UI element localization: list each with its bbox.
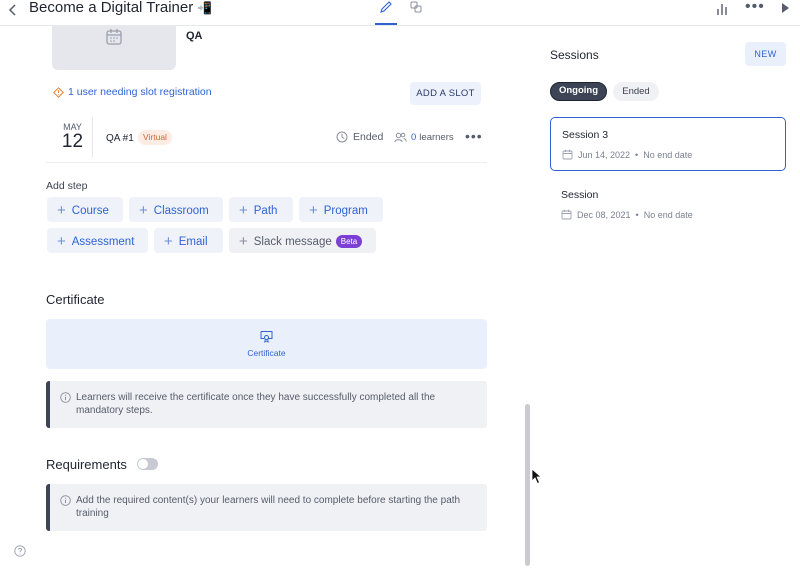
step-title: QA [186, 30, 203, 42]
certificate-label: Certificate [247, 348, 286, 358]
add-assessment-button[interactable]: + Assessment [47, 228, 148, 253]
slot-status-text: Ended [353, 131, 384, 143]
slot-more-icon[interactable]: ••• [465, 128, 483, 144]
slot-registration-warning[interactable]: 1 user needing slot registration [53, 86, 212, 98]
slot-status: Ended [336, 131, 383, 143]
add-email-button[interactable]: + Email [154, 228, 223, 253]
calendar-icon [561, 209, 572, 220]
add-program-button[interactable]: + Program [299, 197, 383, 222]
session-card[interactable]: Session 3 Jun 14, 2022 • No end date [550, 117, 786, 171]
requirements-info-banner: Add the required content(s) your learner… [46, 484, 487, 531]
add-slot-button[interactable]: ADD A SLOT [410, 82, 481, 105]
session-dates: Jun 14, 2022 • No end date [562, 149, 692, 160]
plus-icon: + [57, 233, 66, 250]
calendar-icon [562, 149, 573, 160]
requirements-heading: Requirements [46, 457, 127, 472]
filter-ongoing[interactable]: Ongoing [550, 82, 607, 101]
beta-badge: Beta [335, 235, 363, 248]
plus-icon: + [239, 233, 248, 250]
step-thumbnail [52, 26, 176, 70]
warning-text: 1 user needing slot registration [68, 86, 212, 98]
back-icon[interactable] [8, 3, 22, 21]
tab-edit[interactable] [375, 0, 397, 25]
stats-icon[interactable] [716, 2, 730, 21]
certificate-info-text: Learners will receive the certificate on… [76, 392, 436, 416]
more-menu-icon[interactable]: ••• [745, 0, 765, 16]
clock-icon [336, 131, 348, 143]
certificate-info-banner: Learners will receive the certificate on… [46, 381, 487, 428]
certificate-icon [260, 331, 273, 343]
requirements-toggle[interactable] [137, 458, 158, 470]
slot-name: QA #1 [106, 133, 134, 144]
session-dates: Dec 08, 2021 • No end date [561, 209, 693, 220]
session-start: Dec 08, 2021 [577, 209, 631, 220]
sessions-title: Sessions [550, 48, 599, 62]
filter-ended[interactable]: Ended [613, 82, 659, 101]
requirements-info-text: Add the required content(s) your learner… [76, 495, 461, 519]
info-icon [60, 392, 71, 403]
learner-count[interactable]: 0 [411, 132, 416, 143]
plus-icon: + [239, 202, 248, 219]
page-title: Become a Digital Trainer 📲 [29, 0, 212, 16]
play-icon[interactable] [780, 1, 790, 20]
new-session-button[interactable]: NEW [745, 42, 786, 66]
certificate-heading: Certificate [46, 292, 105, 307]
add-slack-message-button[interactable]: + Slack message Beta [229, 228, 376, 253]
warning-icon [53, 86, 64, 98]
scrollbar[interactable] [525, 404, 530, 566]
calendar-icon [106, 29, 122, 45]
certificate-card[interactable]: Certificate [46, 319, 487, 369]
info-icon [60, 495, 71, 506]
translate-icon [410, 1, 422, 13]
plus-icon: + [309, 202, 318, 219]
page-title-text: Become a Digital Trainer [29, 0, 194, 16]
separator-dot: • [635, 209, 639, 220]
slot-day: 12 [61, 131, 84, 152]
session-name: Session 3 [562, 129, 609, 141]
plus-icon: + [164, 233, 173, 250]
top-bar: Become a Digital Trainer 📲 ••• [0, 0, 800, 26]
users-icon [394, 132, 407, 143]
session-card[interactable]: Session Dec 08, 2021 • No end date [550, 178, 786, 232]
separator-dot: • [635, 149, 639, 160]
add-course-button[interactable]: + Course [47, 197, 123, 222]
session-name: Session [561, 189, 599, 201]
slot-row[interactable]: MAY 12 QA #1 Virtual Ended 0 learners ••… [46, 115, 487, 163]
add-path-button[interactable]: + Path [229, 197, 293, 222]
mouse-cursor-icon [531, 468, 543, 490]
session-start: Jun 14, 2022 [578, 149, 631, 160]
learners-label: learners [419, 132, 454, 143]
slot-date: MAY 12 [53, 117, 93, 157]
add-step-label: Add step [46, 180, 88, 192]
phone-emoji-icon: 📲 [197, 1, 213, 15]
plus-icon: + [57, 202, 66, 219]
pencil-icon [380, 1, 392, 13]
add-classroom-button[interactable]: + Classroom [129, 197, 223, 222]
session-end: No end date [643, 209, 693, 220]
slot-learners[interactable]: 0 learners [394, 132, 454, 143]
session-end: No end date [643, 149, 693, 160]
help-icon[interactable] [14, 544, 26, 562]
virtual-badge: Virtual [138, 130, 172, 145]
tab-translate[interactable] [405, 0, 427, 25]
plus-icon: + [139, 202, 148, 219]
